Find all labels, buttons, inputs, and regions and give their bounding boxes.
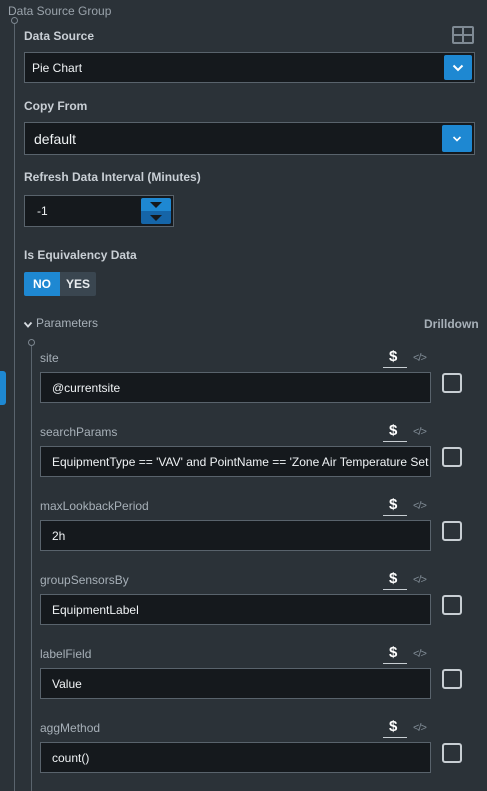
decrement-button[interactable]: [141, 211, 171, 224]
drilldown-checkbox[interactable]: [442, 595, 462, 615]
layout-grid-icon[interactable]: [451, 25, 475, 45]
chevron-down-icon: [452, 135, 462, 142]
code-icon[interactable]: </>: [413, 722, 427, 734]
parameters-label: Parameters: [36, 316, 99, 330]
dollar-underline: [383, 589, 407, 590]
dollar-underline: [383, 663, 407, 664]
code-icon[interactable]: </>: [413, 500, 427, 512]
dollar-icon[interactable]: $: [389, 422, 397, 439]
tree-node-dot: [28, 339, 35, 346]
triangle-down-icon: [150, 215, 162, 221]
equivalency-yes-button[interactable]: YES: [60, 272, 96, 296]
dollar-underline: [383, 367, 407, 368]
data-source-select[interactable]: Pie Chart: [24, 52, 475, 83]
copy-from-select[interactable]: default: [24, 122, 475, 155]
group-title: Data Source Group: [8, 4, 112, 18]
parameter-value-input[interactable]: @currentsite: [40, 372, 431, 403]
dollar-underline: [383, 441, 407, 442]
parameter-value-input[interactable]: Value: [40, 668, 431, 699]
dollar-underline: [383, 737, 407, 738]
parameter-value: 2h: [52, 528, 66, 543]
chevron-down-icon: [452, 64, 464, 71]
dollar-underline: [383, 515, 407, 516]
parameter-value: @currentsite: [52, 380, 121, 395]
data-source-label: Data Source: [24, 29, 95, 43]
copy-from-value: default: [34, 130, 77, 147]
parameter-name: labelField: [40, 647, 92, 661]
equivalency-label: Is Equivalency Data: [24, 248, 137, 262]
side-drag-handle[interactable]: [0, 371, 6, 405]
code-icon[interactable]: </>: [413, 426, 427, 438]
increment-button[interactable]: [141, 198, 171, 211]
drilldown-checkbox[interactable]: [442, 743, 462, 763]
data-source-value: Pie Chart: [32, 60, 83, 75]
drilldown-checkbox[interactable]: [442, 373, 462, 393]
parameter-value-input[interactable]: EquipmentLabel: [40, 594, 431, 625]
parameter-value: count(): [52, 750, 90, 765]
parameter-name: searchParams: [40, 425, 118, 439]
chevron-down-icon: [23, 321, 33, 328]
dollar-icon[interactable]: $: [389, 644, 397, 661]
parameter-name: site: [40, 351, 59, 365]
drilldown-checkbox[interactable]: [442, 447, 462, 467]
parameter-value-input[interactable]: 2h: [40, 520, 431, 551]
dollar-icon[interactable]: $: [389, 348, 397, 365]
drilldown-checkbox[interactable]: [442, 669, 462, 689]
code-icon[interactable]: </>: [413, 574, 427, 586]
parameter-value: Value: [52, 676, 82, 691]
data-source-dropdown-button[interactable]: [444, 55, 472, 80]
parameter-value-input[interactable]: count(): [40, 742, 431, 773]
dollar-icon[interactable]: $: [389, 718, 397, 735]
equivalency-no-button[interactable]: NO: [24, 272, 60, 296]
tree-line: [14, 24, 15, 791]
parameter-value: EquipmentType == 'VAV' and PointName == …: [52, 454, 429, 469]
code-icon[interactable]: </>: [413, 352, 427, 364]
parameter-name: groupSensorsBy: [40, 573, 129, 587]
drilldown-checkbox[interactable]: [442, 521, 462, 541]
dollar-icon[interactable]: $: [389, 496, 397, 513]
drilldown-label: Drilldown: [424, 317, 479, 331]
tree-line: [31, 346, 32, 791]
refresh-interval-input[interactable]: -1: [24, 195, 174, 227]
refresh-interval-value: -1: [37, 204, 48, 218]
parameter-name: aggMethod: [40, 721, 101, 735]
parameter-value: EquipmentLabel: [52, 602, 139, 617]
code-icon[interactable]: </>: [413, 648, 427, 660]
parameters-collapse-icon[interactable]: [23, 316, 33, 334]
copy-from-label: Copy From: [24, 99, 88, 113]
dollar-icon[interactable]: $: [389, 570, 397, 587]
copy-from-dropdown-button[interactable]: [442, 125, 472, 152]
refresh-interval-label: Refresh Data Interval (Minutes): [24, 170, 201, 184]
parameter-value-input[interactable]: EquipmentType == 'VAV' and PointName == …: [40, 446, 431, 477]
triangle-down-icon: [150, 202, 162, 208]
tree-node-dot: [11, 17, 18, 24]
parameter-name: maxLookbackPeriod: [40, 499, 149, 513]
